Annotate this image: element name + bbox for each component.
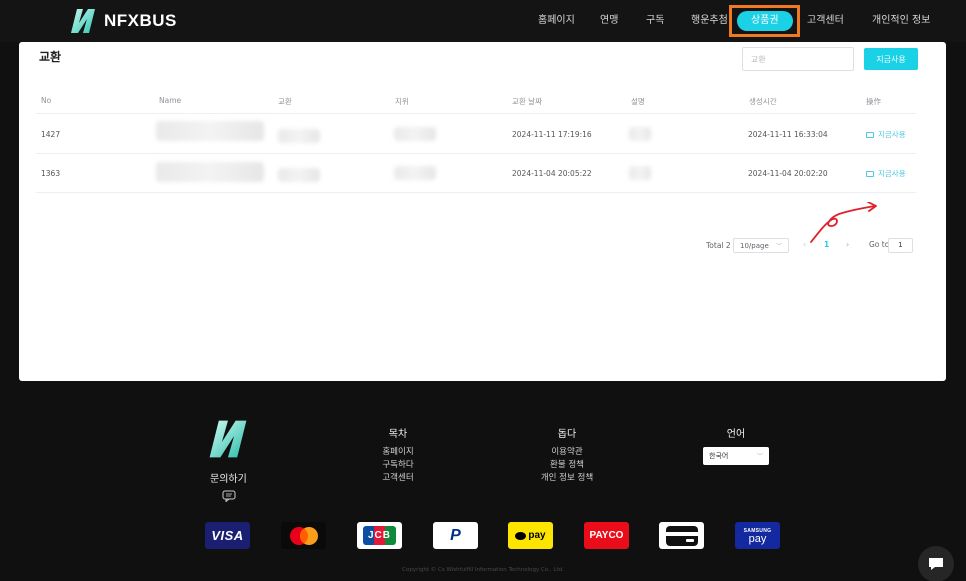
mastercard-logo bbox=[281, 522, 326, 549]
row-action-label: 지금사용 bbox=[878, 169, 906, 178]
page-number-current[interactable]: 1 bbox=[824, 240, 829, 249]
footer-col-contents: 목차 홈페이지 구독하다 고객센터 bbox=[366, 425, 430, 485]
pagination-total: Total 2 bbox=[706, 241, 731, 250]
nav-item-personal-info[interactable]: 개인적인 정보 bbox=[872, 9, 930, 33]
goto-page-input[interactable]: 1 bbox=[888, 238, 913, 253]
footer-heading: 돕다 bbox=[557, 429, 577, 440]
page-size-select[interactable]: 10/page ﹀ bbox=[733, 238, 789, 253]
column-header-description: 설명 bbox=[631, 97, 645, 106]
cell-exchange-date: 2024-11-11 17:19:16 bbox=[512, 130, 592, 139]
column-header-exchange: 교환 bbox=[278, 97, 292, 106]
kakaopay-label: pay bbox=[528, 530, 546, 541]
payco-label: PAYCO bbox=[589, 530, 624, 541]
column-header-status: 지위 bbox=[395, 97, 409, 106]
speech-bubble-icon bbox=[515, 531, 527, 540]
cell-created-time: 2024-11-11 16:33:04 bbox=[748, 130, 828, 139]
generic-card-logo bbox=[659, 522, 704, 549]
visa-label: VISA bbox=[211, 528, 244, 543]
nav-item-lucky-draw[interactable]: 행운추첨 bbox=[691, 9, 728, 33]
nav-item-subscribe[interactable]: 구독 bbox=[646, 9, 664, 33]
paypal-label: P bbox=[450, 526, 461, 544]
footer-link-terms[interactable]: 이용약관 bbox=[528, 446, 606, 459]
page-size-value: 10/page bbox=[740, 242, 769, 250]
chevron-down-icon: ﹀ bbox=[756, 453, 763, 460]
row-use-now-link[interactable]: 지금사용 bbox=[866, 168, 906, 179]
row-use-now-link[interactable]: 지금사용 bbox=[866, 129, 906, 140]
footer-col-help: 돕다 이용약관 환불 정책 개인 정보 정책 bbox=[528, 425, 606, 485]
cell-no: 1363 bbox=[41, 169, 61, 178]
samsung-pay-label: pay bbox=[748, 532, 767, 545]
column-header-exchange-date: 교환 날짜 bbox=[512, 97, 542, 106]
column-header-name: Name bbox=[159, 96, 182, 105]
language-select[interactable]: 한국어 ﹀ bbox=[703, 447, 769, 465]
inquiry-link[interactable]: 문의하기 bbox=[210, 470, 247, 485]
nav-item-customer-center[interactable]: 고객센터 bbox=[807, 9, 844, 33]
nav-item-home[interactable]: 홈페이지 bbox=[538, 9, 575, 33]
annotation-highlight-box bbox=[729, 5, 800, 37]
chevron-down-icon: ﹀ bbox=[775, 243, 782, 250]
folder-icon bbox=[866, 170, 874, 177]
blurred-name bbox=[156, 121, 264, 141]
use-now-button[interactable]: 지금사용 bbox=[864, 48, 918, 70]
footer-link-privacy-policy[interactable]: 개인 정보 정책 bbox=[528, 472, 606, 485]
footer-link-customer-center[interactable]: 고객센터 bbox=[366, 472, 430, 485]
mastercard-icon bbox=[289, 526, 318, 545]
paypal-logo: P bbox=[433, 522, 478, 549]
blurred-exchange bbox=[278, 168, 320, 182]
blurred-description bbox=[629, 127, 651, 141]
chat-icon bbox=[929, 558, 943, 570]
table-row: 1363 2024-11-04 20:05:22 2024-11-04 20:0… bbox=[36, 154, 916, 193]
pagination: Total 2 10/page ﹀ ‹ 1 › Go to 1 bbox=[36, 236, 916, 256]
page-title: 교환 bbox=[39, 50, 62, 64]
main-nav: 홈페이지 연맹 구독 행운추첨 상품권 고객센터 개인적인 정보 bbox=[0, 9, 966, 33]
column-header-created-time: 생성시간 bbox=[749, 97, 777, 106]
table-header: No Name 교환 지위 교환 날짜 설명 생성시간 操作 bbox=[36, 82, 916, 114]
credit-card-icon bbox=[665, 525, 698, 546]
blurred-exchange bbox=[278, 129, 320, 143]
row-action-label: 지금사용 bbox=[878, 130, 906, 139]
payco-logo: PAYCO bbox=[584, 522, 629, 549]
column-header-actions: 操作 bbox=[866, 97, 881, 106]
cell-created-time: 2024-11-04 20:02:20 bbox=[748, 169, 828, 178]
message-icon[interactable] bbox=[222, 490, 236, 502]
footer-heading: 목차 bbox=[388, 429, 408, 440]
blurred-name bbox=[156, 162, 264, 182]
redeem-code-input[interactable] bbox=[742, 47, 854, 71]
folder-icon bbox=[866, 131, 874, 138]
footer-logo-icon bbox=[209, 420, 247, 458]
prev-page-button[interactable]: ‹ bbox=[803, 240, 806, 249]
cell-no: 1427 bbox=[41, 130, 61, 139]
live-chat-button[interactable] bbox=[918, 546, 954, 581]
blurred-description bbox=[629, 166, 651, 180]
next-page-button[interactable]: › bbox=[846, 240, 849, 249]
top-navigation-bar: NFXBUS 홈페이지 연맹 구독 행운추첨 상품권 고객센터 개인적인 정보 bbox=[0, 0, 966, 42]
cell-exchange-date: 2024-11-04 20:05:22 bbox=[512, 169, 592, 178]
visa-logo: VISA bbox=[205, 522, 250, 549]
footer-link-subscribe[interactable]: 구독하다 bbox=[366, 459, 430, 472]
footer-link-refund-policy[interactable]: 환불 정책 bbox=[528, 459, 606, 472]
nav-item-alliance[interactable]: 연맹 bbox=[600, 9, 618, 33]
jcb-label: JCB bbox=[367, 530, 391, 541]
samsung-pay-logo: SAMSUNG pay bbox=[735, 522, 780, 549]
language-value: 한국어 bbox=[709, 452, 729, 460]
copyright-text: Copyright © Cs Wishfulfill Information T… bbox=[402, 567, 564, 573]
blurred-status bbox=[394, 127, 436, 141]
redeem-panel: 교환 지금사용 No Name 교환 지위 교환 날짜 설명 생성시간 操作 1… bbox=[19, 42, 946, 381]
table-row: 1427 2024-11-11 17:19:16 2024-11-11 16:3… bbox=[36, 115, 916, 154]
blurred-status bbox=[394, 166, 436, 180]
column-header-no: No bbox=[41, 96, 52, 105]
kakaopay-logo: pay bbox=[508, 522, 553, 549]
footer-heading: 언어 bbox=[726, 429, 746, 440]
goto-label: Go to bbox=[869, 240, 890, 249]
footer-col-language: 언어 bbox=[716, 425, 756, 446]
footer-link-home[interactable]: 홈페이지 bbox=[366, 446, 430, 459]
jcb-logo: JCB bbox=[357, 522, 402, 549]
